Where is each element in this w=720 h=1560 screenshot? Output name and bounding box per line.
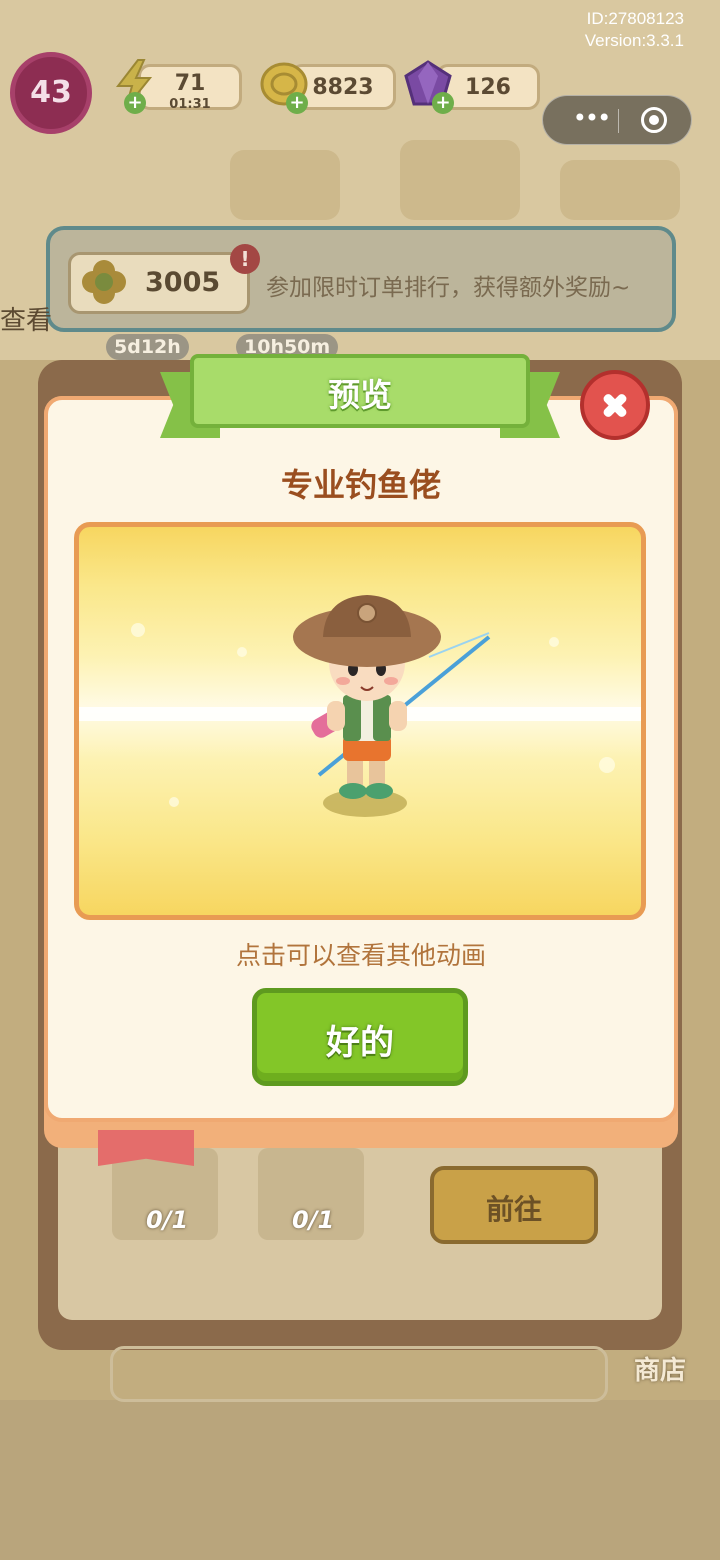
outfit-title: 专业钓鱼佬	[280, 466, 441, 504]
event-timer: 5d12h	[106, 334, 189, 360]
add-coin-icon[interactable]: +	[286, 92, 308, 114]
sparkle	[599, 757, 615, 773]
event-score: 3005	[145, 267, 221, 298]
decor-item	[560, 160, 680, 220]
modal-header-ribbon: 预览	[190, 354, 530, 428]
player-level-badge[interactable]: 43	[10, 52, 92, 134]
close-icon[interactable]	[580, 370, 650, 440]
build-info: ID:27808123 Version:3.3.1	[585, 8, 684, 52]
modal-header: 预览	[327, 376, 392, 414]
preview-hint: 点击可以查看其他动画	[235, 941, 486, 970]
fisherman-character	[293, 595, 491, 817]
decor-item	[230, 150, 340, 220]
event-banner[interactable]: 3005 ! 参加限时订单排行，获得额外奖励~	[46, 226, 676, 332]
alert-icon: !	[230, 244, 260, 274]
add-energy-icon[interactable]: +	[124, 92, 146, 114]
clover-icon	[82, 260, 126, 304]
card-count: 0/1	[146, 1206, 189, 1234]
room-bottom	[0, 1400, 720, 1560]
shop-label[interactable]: 商店	[634, 1350, 686, 1387]
mini-program-capsule: •••	[542, 95, 692, 145]
target-circle-icon[interactable]	[641, 107, 667, 133]
bottom-bar	[110, 1346, 608, 1402]
event-score-box: 3005	[68, 252, 250, 314]
more-dots-icon[interactable]: •••	[561, 105, 621, 135]
sparkle	[237, 647, 247, 657]
sparkle	[549, 637, 559, 647]
capsule-divider	[618, 109, 619, 133]
decor-item	[400, 140, 520, 220]
go-button-label: 前往	[485, 1193, 542, 1226]
card-count: 0/1	[292, 1206, 335, 1234]
ok-button[interactable]: 好的	[252, 988, 468, 1086]
sparkle	[131, 623, 145, 637]
ok-button-label: 好的	[326, 1023, 394, 1063]
add-gem-icon[interactable]: +	[432, 92, 454, 114]
go-button[interactable]: 前往	[430, 1166, 598, 1244]
build-version: Version:3.3.1	[584, 31, 684, 50]
character-preview[interactable]	[74, 522, 646, 920]
build-id: ID:27808123	[586, 9, 684, 28]
view-label[interactable]: 查看	[0, 300, 52, 337]
player-level: 43	[30, 75, 72, 110]
sparkle	[169, 797, 179, 807]
event-message: 参加限时订单排行，获得额外奖励~	[266, 275, 631, 301]
